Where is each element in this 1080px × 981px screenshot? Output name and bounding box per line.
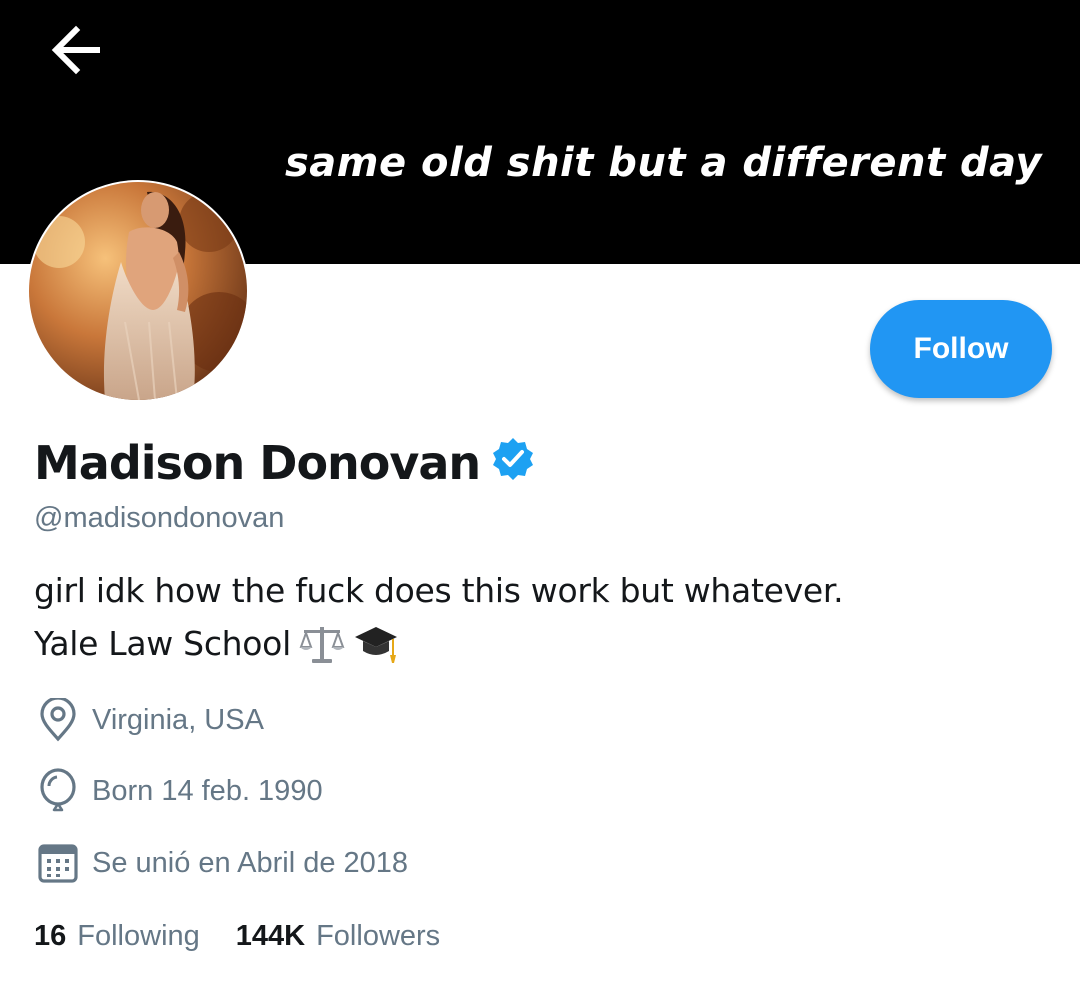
avatar[interactable] [27, 180, 249, 402]
graduation-cap-icon [353, 623, 399, 665]
location-row: Virginia, USA [36, 698, 264, 742]
bio-line-2-text: Yale Law School [34, 624, 291, 663]
calendar-icon [36, 841, 80, 885]
following-link[interactable]: 16 Following [34, 920, 200, 953]
verified-badge-icon [493, 438, 534, 480]
birthday-row: Born 14 feb. 1990 [36, 768, 323, 813]
followers-label: Followers [316, 920, 441, 952]
followers-link[interactable]: 144K Followers [236, 920, 440, 953]
profile-page: same old shit but a different day Follow… [0, 0, 1080, 981]
name-row: Madison Donovan [34, 436, 536, 490]
followers-count: 144K [235, 920, 306, 952]
location-text: Virginia, USA [92, 703, 264, 736]
arrow-left-icon [51, 25, 100, 75]
banner-caption: same old shit but a different day [284, 140, 1042, 186]
balloon-icon [36, 768, 80, 813]
location-pin-icon [36, 698, 80, 742]
user-handle: @madisondonovan [34, 502, 285, 534]
birthday-text: Born 14 feb. 1990 [92, 774, 323, 807]
bio-line-1: girl idk how the fuck does this work but… [34, 571, 844, 610]
following-label: Following [77, 920, 200, 952]
following-count: 16 [34, 920, 67, 952]
bio: girl idk how the fuck does this work but… [34, 564, 844, 670]
bio-line-2: Yale Law School [34, 617, 843, 670]
back-button[interactable] [46, 22, 110, 78]
follow-button[interactable]: Follow [870, 300, 1052, 398]
joined-row: Se unió en Abril de 2018 [36, 841, 408, 885]
joined-text: Se unió en Abril de 2018 [92, 846, 409, 879]
display-name: Madison Donovan [34, 436, 481, 490]
balance-scale-icon [299, 623, 345, 665]
follow-stats: 16 Following 144K Followers [34, 920, 440, 953]
avatar-photo [29, 182, 247, 400]
